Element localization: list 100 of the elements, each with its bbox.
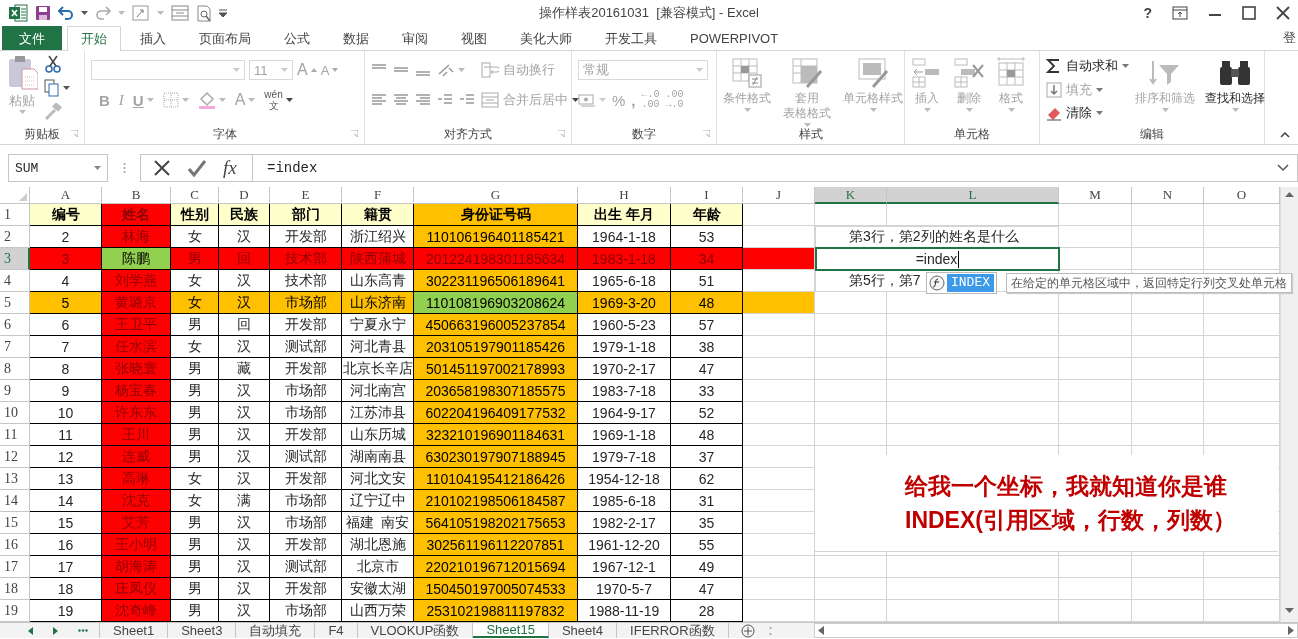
- undo-icon[interactable]: [58, 6, 74, 20]
- scroll-left-icon[interactable]: [818, 626, 824, 635]
- insert-function-button[interactable]: fx: [223, 157, 237, 179]
- customize-icon[interactable]: [219, 9, 227, 17]
- align-right-icon[interactable]: [415, 92, 431, 108]
- copy-icon[interactable]: [44, 79, 60, 97]
- row-header[interactable]: 18: [0, 578, 30, 600]
- sheet-tab[interactable]: Sheet15: [473, 623, 549, 638]
- dialog-launcher-icon[interactable]: [558, 130, 565, 137]
- column-header[interactable]: I: [671, 187, 743, 204]
- check-icon[interactable]: [187, 159, 207, 177]
- sheet-tab[interactable]: Sheet3: [168, 623, 237, 638]
- redo-icon[interactable]: [95, 6, 111, 20]
- ribbon-tab[interactable]: 文件: [2, 26, 62, 50]
- help-button[interactable]: ?: [1143, 5, 1152, 21]
- row-header[interactable]: 4: [0, 270, 30, 292]
- caret-icon[interactable]: [81, 11, 88, 15]
- ribbon-tab[interactable]: 页面布局: [185, 26, 265, 50]
- ribbon-tab[interactable]: 插入: [126, 26, 180, 50]
- scroll-right-icon[interactable]: [1288, 626, 1294, 635]
- ribbon-button[interactable]: 自动求和: [1046, 55, 1129, 77]
- row-header[interactable]: 15: [0, 512, 30, 534]
- row-header[interactable]: 19: [0, 600, 30, 622]
- row-header[interactable]: 11: [0, 424, 30, 446]
- fill-color-button[interactable]: [197, 91, 226, 109]
- dialog-launcher-icon[interactable]: [703, 130, 710, 137]
- cut-icon[interactable]: [44, 55, 62, 73]
- sheet-tab[interactable]: Sheet1: [100, 623, 169, 638]
- row-header[interactable]: 8: [0, 358, 30, 380]
- border-button[interactable]: [162, 92, 189, 108]
- format-painter-icon[interactable]: [44, 103, 62, 121]
- caret-icon[interactable]: [1122, 63, 1129, 68]
- collapse-ribbon-icon[interactable]: [1280, 132, 1290, 138]
- previous-sheet-icon[interactable]: [28, 626, 33, 635]
- dialog-launcher-icon[interactable]: [351, 130, 358, 137]
- column-header[interactable]: F: [342, 187, 414, 204]
- ribbon-button[interactable]: 清除: [1046, 102, 1129, 124]
- row-header[interactable]: 6: [0, 314, 30, 336]
- sheet-tab[interactable]: F4: [315, 623, 358, 638]
- column-header[interactable]: C: [171, 187, 219, 204]
- caret-icon[interactable]: [1096, 111, 1103, 116]
- dialog-launcher-icon[interactable]: [71, 130, 78, 137]
- column-header[interactable]: O: [1204, 187, 1280, 204]
- ribbon-tab[interactable]: 数据: [329, 26, 383, 50]
- add-sheet-icon[interactable]: [740, 623, 755, 638]
- maximize-icon[interactable]: [1242, 6, 1256, 20]
- print-preview-icon[interactable]: [196, 4, 212, 22]
- column-header[interactable]: G: [414, 187, 578, 204]
- active-cell-input[interactable]: =index: [815, 247, 1060, 271]
- row-header[interactable]: 14: [0, 490, 30, 512]
- more-icon[interactable]: [78, 629, 88, 632]
- save-icon[interactable]: [35, 5, 51, 21]
- row-header[interactable]: 16: [0, 534, 30, 556]
- row-header[interactable]: 7: [0, 336, 30, 358]
- sheet-tab[interactable]: IFERROR函数: [617, 623, 729, 638]
- row-header[interactable]: 1: [0, 204, 30, 226]
- column-header[interactable]: A: [30, 187, 102, 204]
- row-header[interactable]: 5: [0, 292, 30, 314]
- name-box[interactable]: SUM: [8, 154, 108, 182]
- touch-mode-icon[interactable]: [132, 5, 150, 21]
- orientation-button[interactable]: [437, 62, 465, 78]
- ribbon-tab[interactable]: POWERPIVOT: [676, 26, 793, 50]
- column-header[interactable]: L: [887, 187, 1059, 204]
- next-sheet-icon[interactable]: [53, 626, 58, 635]
- expand-icon[interactable]: [1277, 164, 1289, 172]
- ribbon-tab[interactable]: 美化大师: [506, 26, 586, 50]
- formula-input[interactable]: =index: [252, 154, 1298, 182]
- row-header[interactable]: 3: [0, 248, 30, 270]
- ribbon-tab[interactable]: 开发工具: [591, 26, 671, 50]
- cancel-icon[interactable]: [153, 159, 171, 177]
- row-header[interactable]: 9: [0, 380, 30, 402]
- ribbon-tab[interactable]: 视图: [447, 26, 501, 50]
- phonetic-button[interactable]: wén 文: [264, 89, 293, 111]
- ribbon-tab[interactable]: 公式: [270, 26, 324, 50]
- scroll-up-icon[interactable]: [1285, 191, 1294, 197]
- ribbon-tab[interactable]: 开始: [67, 26, 121, 51]
- row-header[interactable]: 17: [0, 556, 30, 578]
- column-header[interactable]: B: [102, 187, 171, 204]
- caret-icon[interactable]: [285, 98, 293, 102]
- column-header[interactable]: H: [578, 187, 671, 204]
- close-icon[interactable]: [1276, 6, 1290, 20]
- align-left-icon[interactable]: [371, 92, 387, 108]
- column-header[interactable]: D: [219, 187, 270, 204]
- column-header[interactable]: K: [815, 187, 887, 204]
- row-header[interactable]: 10: [0, 402, 30, 424]
- sheet-tab[interactable]: Sheet4: [548, 623, 618, 638]
- row-header[interactable]: 13: [0, 468, 30, 490]
- column-header[interactable]: M: [1059, 187, 1132, 204]
- sign-in-link[interactable]: 登: [1283, 26, 1298, 50]
- horizontal-scrollbar[interactable]: [814, 623, 1298, 638]
- ribbon-button[interactable]: 查找和选择: [1205, 57, 1265, 112]
- scroll-down-icon[interactable]: [1285, 608, 1294, 614]
- sheet-tab[interactable]: 自动填充: [236, 623, 316, 638]
- caret-icon[interactable]: [63, 86, 70, 90]
- column-header[interactable]: E: [270, 187, 342, 204]
- align-center-icon[interactable]: [393, 92, 409, 108]
- row-header[interactable]: 12: [0, 446, 30, 468]
- column-header[interactable]: J: [743, 187, 815, 204]
- ribbon-tab[interactable]: 审阅: [388, 26, 442, 50]
- select-all-corner[interactable]: [0, 187, 30, 204]
